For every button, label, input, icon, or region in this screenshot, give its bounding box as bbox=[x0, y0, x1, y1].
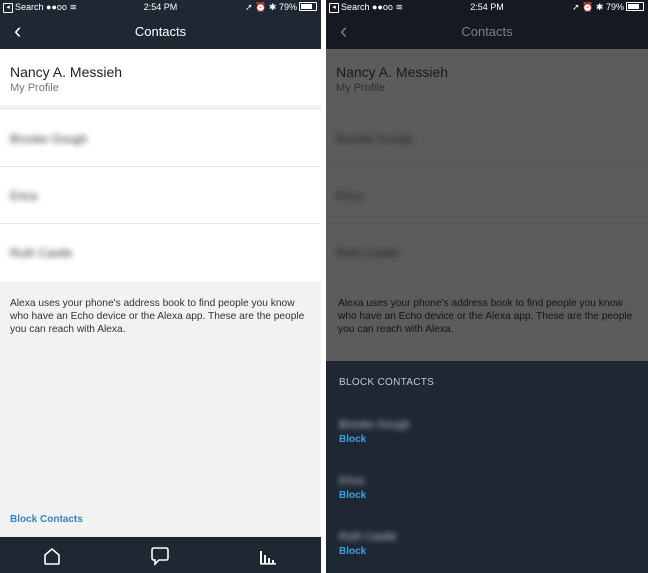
profile-name: Nancy A. Messieh bbox=[10, 64, 123, 80]
status-icons: ➚ ⏰ ✱ bbox=[572, 2, 604, 12]
contact-row: Ruth Castle bbox=[326, 224, 648, 280]
page-title: Contacts bbox=[134, 24, 187, 39]
status-bar: ◂ Search ●●oo ≋ 2:54 PM ➚ ⏰ ✱ 79% bbox=[0, 0, 321, 14]
block-contacts-sheet: BLOCK CONTACTS Brooke Gough Block Erica … bbox=[326, 361, 648, 573]
block-contact-name: Ruth Castle bbox=[339, 531, 397, 543]
profile-subtitle: My Profile bbox=[336, 82, 385, 94]
battery-icon bbox=[626, 2, 644, 11]
status-bar: ◂ Search ●●oo ≋ 2:54 PM ➚ ⏰ ✱ 79% bbox=[326, 0, 648, 14]
block-contact-name: Erica bbox=[339, 475, 365, 487]
contact-name: Ruth Castle bbox=[336, 246, 399, 260]
home-icon[interactable] bbox=[41, 545, 63, 567]
battery-percent: 79% bbox=[605, 2, 624, 12]
bottom-tab-bar bbox=[0, 537, 321, 573]
block-contacts-link[interactable]: Block Contacts bbox=[10, 514, 83, 525]
activity-bars-icon[interactable] bbox=[257, 545, 279, 567]
contact-name: Ruth Castle bbox=[10, 246, 73, 260]
status-icons: ➚ ⏰ ✱ bbox=[245, 2, 277, 12]
nav-bar: ‹ Contacts bbox=[326, 14, 648, 49]
block-button[interactable]: Block bbox=[339, 490, 366, 501]
contact-row[interactable]: Ruth Castle bbox=[0, 224, 321, 280]
contact-name: Brooke Gough bbox=[10, 132, 88, 146]
contact-row: Brooke Gough bbox=[326, 110, 648, 167]
contacts-screen: ◂ Search ●●oo ≋ 2:54 PM ➚ ⏰ ✱ 79% ‹ Conta… bbox=[0, 0, 321, 573]
status-right: ➚ ⏰ ✱ 79% bbox=[245, 0, 317, 14]
status-right: ➚ ⏰ ✱ 79% bbox=[572, 0, 644, 14]
profile-name: Nancy A. Messieh bbox=[336, 64, 449, 80]
contact-name: Erica bbox=[10, 189, 38, 203]
block-button[interactable]: Block bbox=[339, 434, 366, 445]
block-contacts-header: BLOCK CONTACTS bbox=[339, 377, 435, 388]
battery-icon bbox=[299, 2, 317, 11]
contact-row[interactable]: Brooke Gough bbox=[0, 110, 321, 167]
contact-name: Erica bbox=[336, 189, 364, 203]
contact-list: Brooke Gough Erica Ruth Castle bbox=[0, 110, 321, 282]
contact-row: Erica bbox=[326, 167, 648, 224]
info-text: Alexa uses your phone's address book to … bbox=[10, 298, 305, 335]
profile-subtitle: My Profile bbox=[10, 82, 59, 94]
page-title: Contacts bbox=[461, 24, 513, 39]
block-contacts-screen: ◂ Search ●●oo ≋ 2:54 PM ➚ ⏰ ✱ 79% ‹ Conta… bbox=[326, 0, 648, 573]
contact-name: Brooke Gough bbox=[336, 132, 414, 146]
info-text: Alexa uses your phone's address book to … bbox=[338, 298, 633, 335]
block-contact-name: Brooke Gough bbox=[339, 419, 410, 431]
nav-bar: ‹ Contacts bbox=[0, 14, 321, 49]
battery-percent: 79% bbox=[278, 2, 297, 12]
my-profile-row[interactable]: Nancy A. Messieh My Profile bbox=[0, 49, 321, 105]
block-button[interactable]: Block bbox=[339, 546, 366, 557]
contact-row[interactable]: Erica bbox=[0, 167, 321, 224]
contact-list: Brooke Gough Erica Ruth Castle bbox=[326, 110, 648, 282]
my-profile-row: Nancy A. Messieh My Profile bbox=[326, 49, 648, 105]
chat-bubble-icon[interactable] bbox=[149, 545, 171, 567]
